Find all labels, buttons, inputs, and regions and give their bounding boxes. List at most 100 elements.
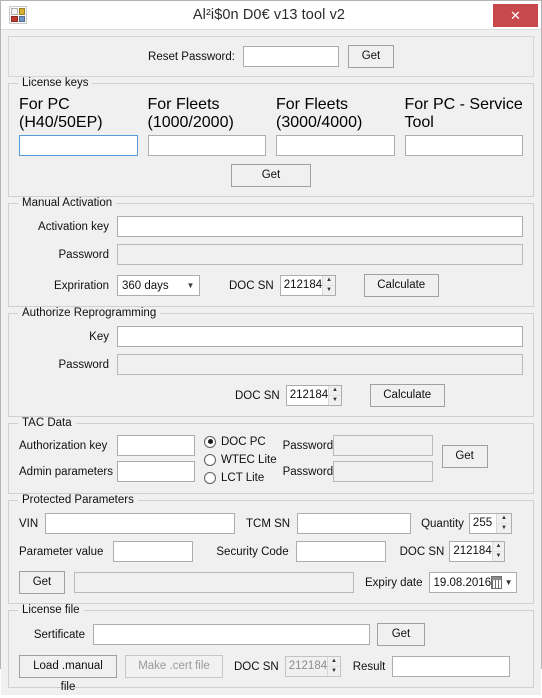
stepper-up-icon: ▲	[328, 657, 340, 667]
reset-password-get-button[interactable]: Get	[347, 45, 394, 68]
radio-wtec-lite-label: WTEC Lite	[221, 453, 277, 466]
stepper-buttons[interactable]: ▲ ▼	[328, 386, 341, 405]
client-area: Reset Password: Get License keys For PC …	[1, 30, 541, 695]
manual-activation-caption: Manual Activation	[18, 197, 117, 210]
radio-indicator-icon	[204, 471, 216, 484]
radio-doc-pc[interactable]: DOC PC	[204, 433, 277, 450]
reset-password-input[interactable]	[242, 46, 339, 67]
radio-lct-lite[interactable]: LCT Lite	[204, 469, 277, 486]
authorization-key-input[interactable]	[117, 435, 195, 456]
manual-activation-password-label: Password	[58, 248, 110, 261]
license-keys-group: License keys For PC (H40/50EP) For Fleet…	[8, 77, 534, 197]
stepper-buttons: ▲ ▼	[327, 657, 340, 676]
expiry-date-picker[interactable]: 19.08.2016 ▼	[428, 572, 517, 593]
stepper-up-icon[interactable]: ▲	[496, 514, 511, 524]
manual-activation-doc-sn-stepper[interactable]: 212184 ▲ ▼	[279, 275, 336, 296]
expiry-date-value: 19.08.2016	[433, 576, 492, 589]
radio-doc-pc-label: DOC PC	[221, 435, 266, 448]
radio-wtec-lite[interactable]: WTEC Lite	[204, 451, 277, 468]
tac-data-group: TAC Data Authorization key Admin paramet…	[8, 417, 534, 494]
manual-activation-calculate-button[interactable]: Calculate	[363, 274, 439, 297]
stepper-down-icon[interactable]: ▼	[329, 396, 341, 406]
license-keys-get-button[interactable]: Get	[231, 164, 311, 187]
reset-password-label: Reset Password:	[148, 50, 235, 63]
vin-label: VIN	[19, 517, 39, 530]
stepper-buttons[interactable]: ▲ ▼	[322, 276, 335, 295]
vin-input[interactable]	[45, 513, 235, 534]
license-key-fleets-1000-input[interactable]	[147, 135, 266, 156]
authorize-key-input[interactable]	[117, 326, 523, 347]
title-bar: Al²i$0n D0€ v13 tool v2 ✕	[1, 1, 541, 30]
license-file-result-label: Result	[352, 660, 386, 673]
license-key-fleets-3000-input[interactable]	[276, 135, 395, 156]
tac-password2-label: Password	[282, 465, 334, 478]
tac-data-get-button[interactable]: Get	[441, 445, 488, 468]
protected-parameters-get-button[interactable]: Get	[19, 571, 65, 594]
authorize-reprogramming-caption: Authorize Reprogramming	[18, 307, 161, 320]
protected-doc-sn-stepper[interactable]: 212184 ▲ ▼	[449, 541, 506, 562]
license-file-doc-sn-value: 212184	[288, 660, 328, 672]
app-window: Al²i$0n D0€ v13 tool v2 ✕ Reset Password…	[0, 0, 542, 695]
license-key-pc-label: For PC (H40/50EP)	[19, 96, 103, 131]
stepper-down-icon[interactable]: ▼	[497, 524, 511, 534]
window-title: Al²i$0n D0€ v13 tool v2	[192, 7, 346, 23]
protected-parameters-result-input[interactable]	[74, 572, 354, 593]
authorization-key-label: Authorization key	[19, 439, 108, 452]
parameter-value-input[interactable]	[113, 541, 194, 562]
sertificate-input[interactable]	[93, 624, 370, 645]
license-file-result-input[interactable]	[392, 656, 511, 677]
manual-activation-group: Manual Activation Activation key Passwor…	[8, 197, 534, 307]
tcm-sn-label: TCM SN	[246, 517, 291, 530]
license-file-get-button[interactable]: Get	[377, 623, 425, 646]
stepper-buttons[interactable]: ▲ ▼	[495, 514, 511, 534]
calendar-icon	[491, 576, 502, 589]
authorize-doc-sn-label: DOC SN	[235, 389, 280, 402]
tac-password1-input[interactable]	[332, 435, 433, 456]
manual-activation-doc-sn-label: DOC SN	[229, 279, 274, 292]
license-key-service-tool-input[interactable]	[404, 135, 523, 156]
authorize-doc-sn-value: 212184	[289, 389, 329, 401]
radio-indicator-icon	[204, 453, 216, 466]
quantity-stepper[interactable]: 255 ▲ ▼	[468, 513, 512, 534]
license-key-service-tool-label: For PC - Service Tool	[404, 96, 523, 131]
manual-activation-password-input[interactable]	[117, 244, 523, 265]
stepper-up-icon[interactable]: ▲	[492, 542, 505, 552]
expiration-select[interactable]: 360 days ▼	[117, 275, 200, 296]
stepper-buttons[interactable]: ▲ ▼	[491, 542, 505, 562]
expiration-value: 360 days	[122, 279, 169, 292]
protected-parameters-caption: Protected Parameters	[18, 494, 138, 507]
admin-parameters-input[interactable]	[117, 461, 195, 482]
stepper-up-icon[interactable]: ▲	[329, 386, 341, 396]
security-code-label: Security Code	[216, 545, 289, 558]
manual-activation-doc-sn-value: 212184	[283, 279, 323, 291]
stepper-up-icon[interactable]: ▲	[323, 276, 335, 286]
expiry-date-label: Expiry date	[365, 576, 423, 589]
authorize-doc-sn-stepper[interactable]: 212184 ▲ ▼	[285, 385, 342, 406]
protected-doc-sn-label: DOC SN	[399, 545, 445, 558]
radio-indicator-icon	[204, 435, 216, 448]
authorize-password-input[interactable]	[117, 354, 523, 375]
license-key-pc-input[interactable]	[19, 135, 138, 156]
quantity-value: 255	[472, 517, 493, 529]
stepper-down-icon[interactable]: ▼	[323, 286, 335, 296]
tac-password1-label: Password	[282, 439, 334, 452]
tac-password2-input[interactable]	[332, 461, 433, 482]
authorize-calculate-button[interactable]: Calculate	[369, 384, 445, 407]
security-code-input[interactable]	[295, 541, 386, 562]
activation-key-label: Activation key	[38, 220, 109, 233]
chevron-down-icon[interactable]: ▼	[504, 578, 514, 587]
load-manual-file-button[interactable]: Load .manual file	[19, 655, 117, 693]
make-cert-file-button: Make .cert file	[125, 655, 223, 678]
license-file-doc-sn-stepper: 212184 ▲ ▼	[284, 656, 341, 677]
stepper-down-icon[interactable]: ▼	[493, 552, 505, 562]
license-key-fleets-1000-label: For Fleets (1000/2000)	[147, 96, 234, 131]
tcm-sn-input[interactable]	[297, 513, 412, 534]
chevron-down-icon: ▼	[186, 281, 195, 290]
protected-doc-sn-value: 212184	[453, 545, 492, 557]
activation-key-input[interactable]	[117, 216, 523, 237]
license-file-caption: License file	[18, 604, 84, 617]
license-file-doc-sn-label: DOC SN	[234, 660, 279, 673]
close-icon[interactable]: ✕	[493, 4, 538, 27]
authorize-password-label: Password	[58, 358, 110, 371]
admin-parameters-label: Admin parameters	[19, 465, 113, 478]
